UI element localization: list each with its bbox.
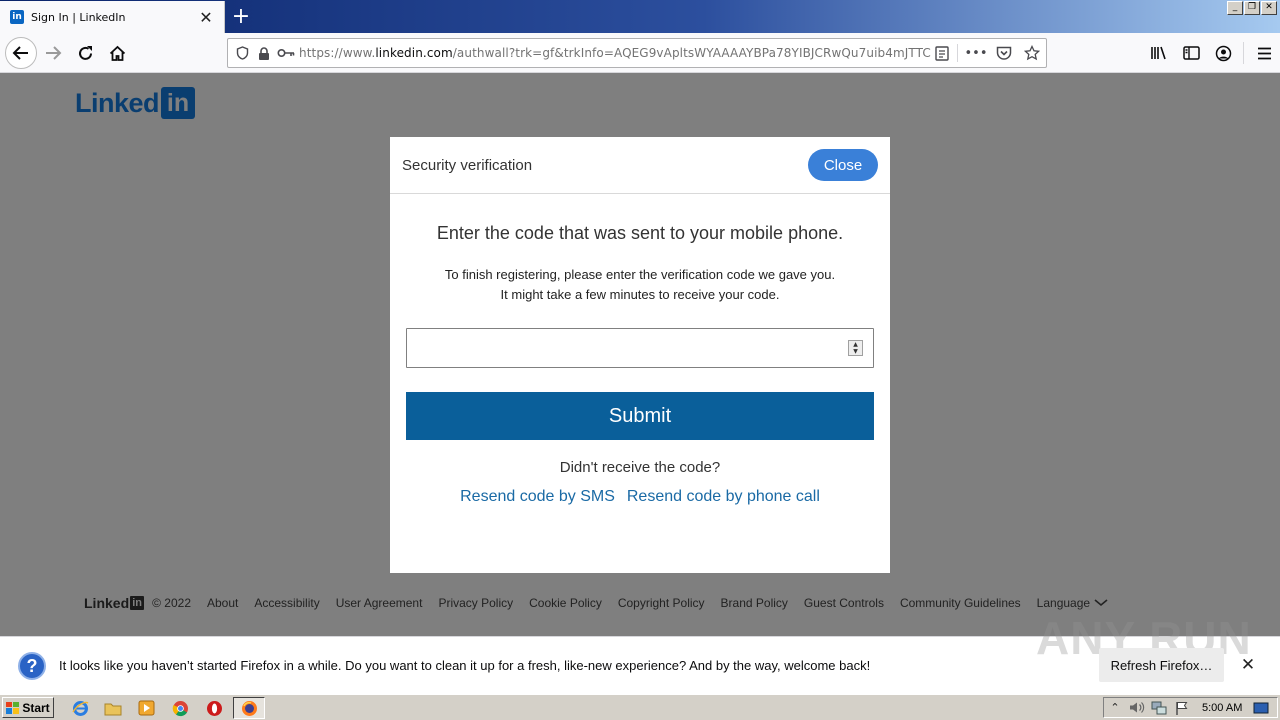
arrow-left-icon: [12, 46, 28, 60]
page-actions-icon[interactable]: •••: [962, 42, 990, 64]
tab-strip: in Sign In | LinkedIn ✕ + _ ❐ ✕: [0, 0, 1280, 33]
number-spinner[interactable]: ▲ ▼: [848, 340, 863, 356]
chevron-down-icon[interactable]: [1094, 599, 1108, 607]
home-icon: [109, 45, 125, 61]
tab-title: Sign In | LinkedIn: [31, 10, 126, 24]
navigation-toolbar: https://www.linkedin.com/authwall?trk=gf…: [0, 33, 1280, 73]
notification-close-icon[interactable]: ✕: [1238, 654, 1258, 676]
window-close-button[interactable]: ✕: [1261, 1, 1277, 15]
page-footer: Linked in © 2022 About Accessibility Use…: [84, 595, 1108, 611]
start-label: Start: [22, 700, 50, 715]
verification-code-input[interactable]: ▲ ▼: [406, 328, 874, 368]
opera-icon[interactable]: [204, 698, 224, 718]
resend-links: Resend code by SMS Resend code by phone …: [390, 488, 890, 506]
submit-button[interactable]: Submit: [406, 392, 874, 440]
footer-link-copyright-policy[interactable]: Copyright Policy: [618, 596, 705, 610]
url-prefix: https://www.: [299, 46, 376, 60]
tracking-shield-icon[interactable]: [231, 42, 253, 64]
action-center-flag-icon[interactable]: [1170, 699, 1192, 717]
linkedin-logo[interactable]: Linked in: [75, 87, 196, 119]
browser-tab[interactable]: in Sign In | LinkedIn ✕: [0, 1, 225, 33]
toolbar-separator: [1243, 42, 1244, 64]
resend-sms-link[interactable]: Resend code by SMS: [460, 488, 615, 506]
volume-icon[interactable]: [1126, 699, 1148, 717]
footer-link-about[interactable]: About: [207, 596, 238, 610]
restore-button[interactable]: ❐: [1244, 1, 1260, 15]
footer-logo: Linked in: [84, 595, 145, 611]
spin-down-icon[interactable]: ▼: [853, 348, 858, 355]
pocket-icon[interactable]: [990, 42, 1018, 64]
system-tray: ⌃ 5:00 AM: [1103, 697, 1278, 718]
firefox-taskbar-button[interactable]: [233, 697, 265, 719]
toolbar-right: [1143, 33, 1280, 73]
page-content: Linked in Security verification Close En…: [0, 73, 1280, 636]
internet-explorer-icon[interactable]: [70, 698, 90, 718]
instruction-line-2: It might take a few minutes to receive y…: [500, 287, 780, 302]
url-domain: linkedin.com: [375, 46, 453, 60]
network-icon[interactable]: [1148, 699, 1170, 717]
footer-link-cookie-policy[interactable]: Cookie Policy: [529, 596, 602, 610]
url-bar[interactable]: https://www.linkedin.com/authwall?trk=gf…: [227, 38, 1047, 68]
spin-up-icon[interactable]: ▲: [853, 341, 858, 348]
dialog-heading: Enter the code that was sent to your mob…: [436, 223, 844, 243]
dialog-header: Security verification Close: [390, 137, 890, 194]
footer-link-brand-policy[interactable]: Brand Policy: [721, 596, 788, 610]
logo-wordmark: Linked: [75, 87, 160, 118]
linkedin-favicon-icon: in: [10, 10, 24, 24]
tray-expand-icon[interactable]: ⌃: [1104, 699, 1126, 717]
home-button[interactable]: [102, 38, 132, 68]
window-controls: _ ❐ ✕: [1227, 1, 1277, 15]
reload-icon: [78, 45, 92, 60]
url-separator: [957, 44, 958, 62]
close-button[interactable]: Close: [808, 149, 878, 181]
question-icon: ?: [18, 652, 46, 680]
tab-close-icon[interactable]: ✕: [196, 7, 216, 27]
dialog-instructions: To finish registering, please enter the …: [390, 265, 890, 305]
instruction-line-1: To finish registering, please enter the …: [444, 267, 836, 282]
reader-view-icon[interactable]: [931, 42, 953, 64]
footer-logo-wordmark: Linked: [84, 595, 130, 611]
dialog-title: Security verification: [402, 156, 533, 174]
media-player-icon[interactable]: [136, 698, 156, 718]
system-clock[interactable]: 5:00 AM: [1202, 702, 1242, 714]
refresh-firefox-button[interactable]: Refresh Firefox…: [1099, 648, 1224, 682]
didnt-receive-text: Didn't receive the code?: [559, 459, 721, 476]
security-verification-dialog: Security verification Close Enter the co…: [390, 137, 890, 573]
file-explorer-icon[interactable]: [103, 698, 123, 718]
show-desktop-icon[interactable]: [1250, 699, 1272, 717]
footer-link-privacy-policy[interactable]: Privacy Policy: [438, 596, 513, 610]
footer-logo-in-box: in: [130, 596, 145, 610]
firefox-icon: [241, 700, 257, 716]
resend-call-link[interactable]: Resend code by phone call: [627, 488, 820, 506]
new-tab-button[interactable]: +: [230, 4, 252, 29]
logo-in-box: in: [161, 87, 196, 119]
footer-link-accessibility[interactable]: Accessibility: [254, 596, 319, 610]
forward-button[interactable]: [38, 38, 68, 68]
account-icon[interactable]: [1207, 38, 1239, 68]
language-selector[interactable]: Language: [1037, 596, 1090, 610]
key-icon[interactable]: [275, 42, 297, 64]
lock-icon[interactable]: [253, 42, 275, 64]
url-path: /authwall?trk=gf&trkInfo=AQEG9vApltsWYAA…: [452, 46, 931, 60]
notification-text: It looks like you haven’t started Firefo…: [59, 658, 871, 673]
bookmark-star-icon[interactable]: [1018, 42, 1046, 64]
library-icon[interactable]: [1143, 38, 1175, 68]
url-text[interactable]: https://www.linkedin.com/authwall?trk=gf…: [299, 46, 931, 60]
windows-taskbar: Start ⌃ 5:00 AM: [0, 694, 1280, 720]
chrome-icon[interactable]: [170, 698, 190, 718]
footer-link-guest-controls[interactable]: Guest Controls: [804, 596, 884, 610]
windows-logo-icon: [6, 701, 20, 714]
hamburger-menu-icon[interactable]: [1248, 38, 1280, 68]
back-button[interactable]: [5, 37, 37, 69]
footer-link-user-agreement[interactable]: User Agreement: [336, 596, 423, 610]
arrow-right-icon: [46, 46, 62, 60]
reload-button[interactable]: [70, 38, 100, 68]
footer-copyright: © 2022: [152, 596, 191, 610]
refresh-firefox-notification: ANY RUN ? It looks like you haven’t star…: [0, 612, 1280, 694]
start-button[interactable]: Start: [2, 697, 54, 718]
footer-link-community-guidelines[interactable]: Community Guidelines: [900, 596, 1021, 610]
sidebar-icon[interactable]: [1175, 38, 1207, 68]
minimize-button[interactable]: _: [1227, 1, 1243, 15]
